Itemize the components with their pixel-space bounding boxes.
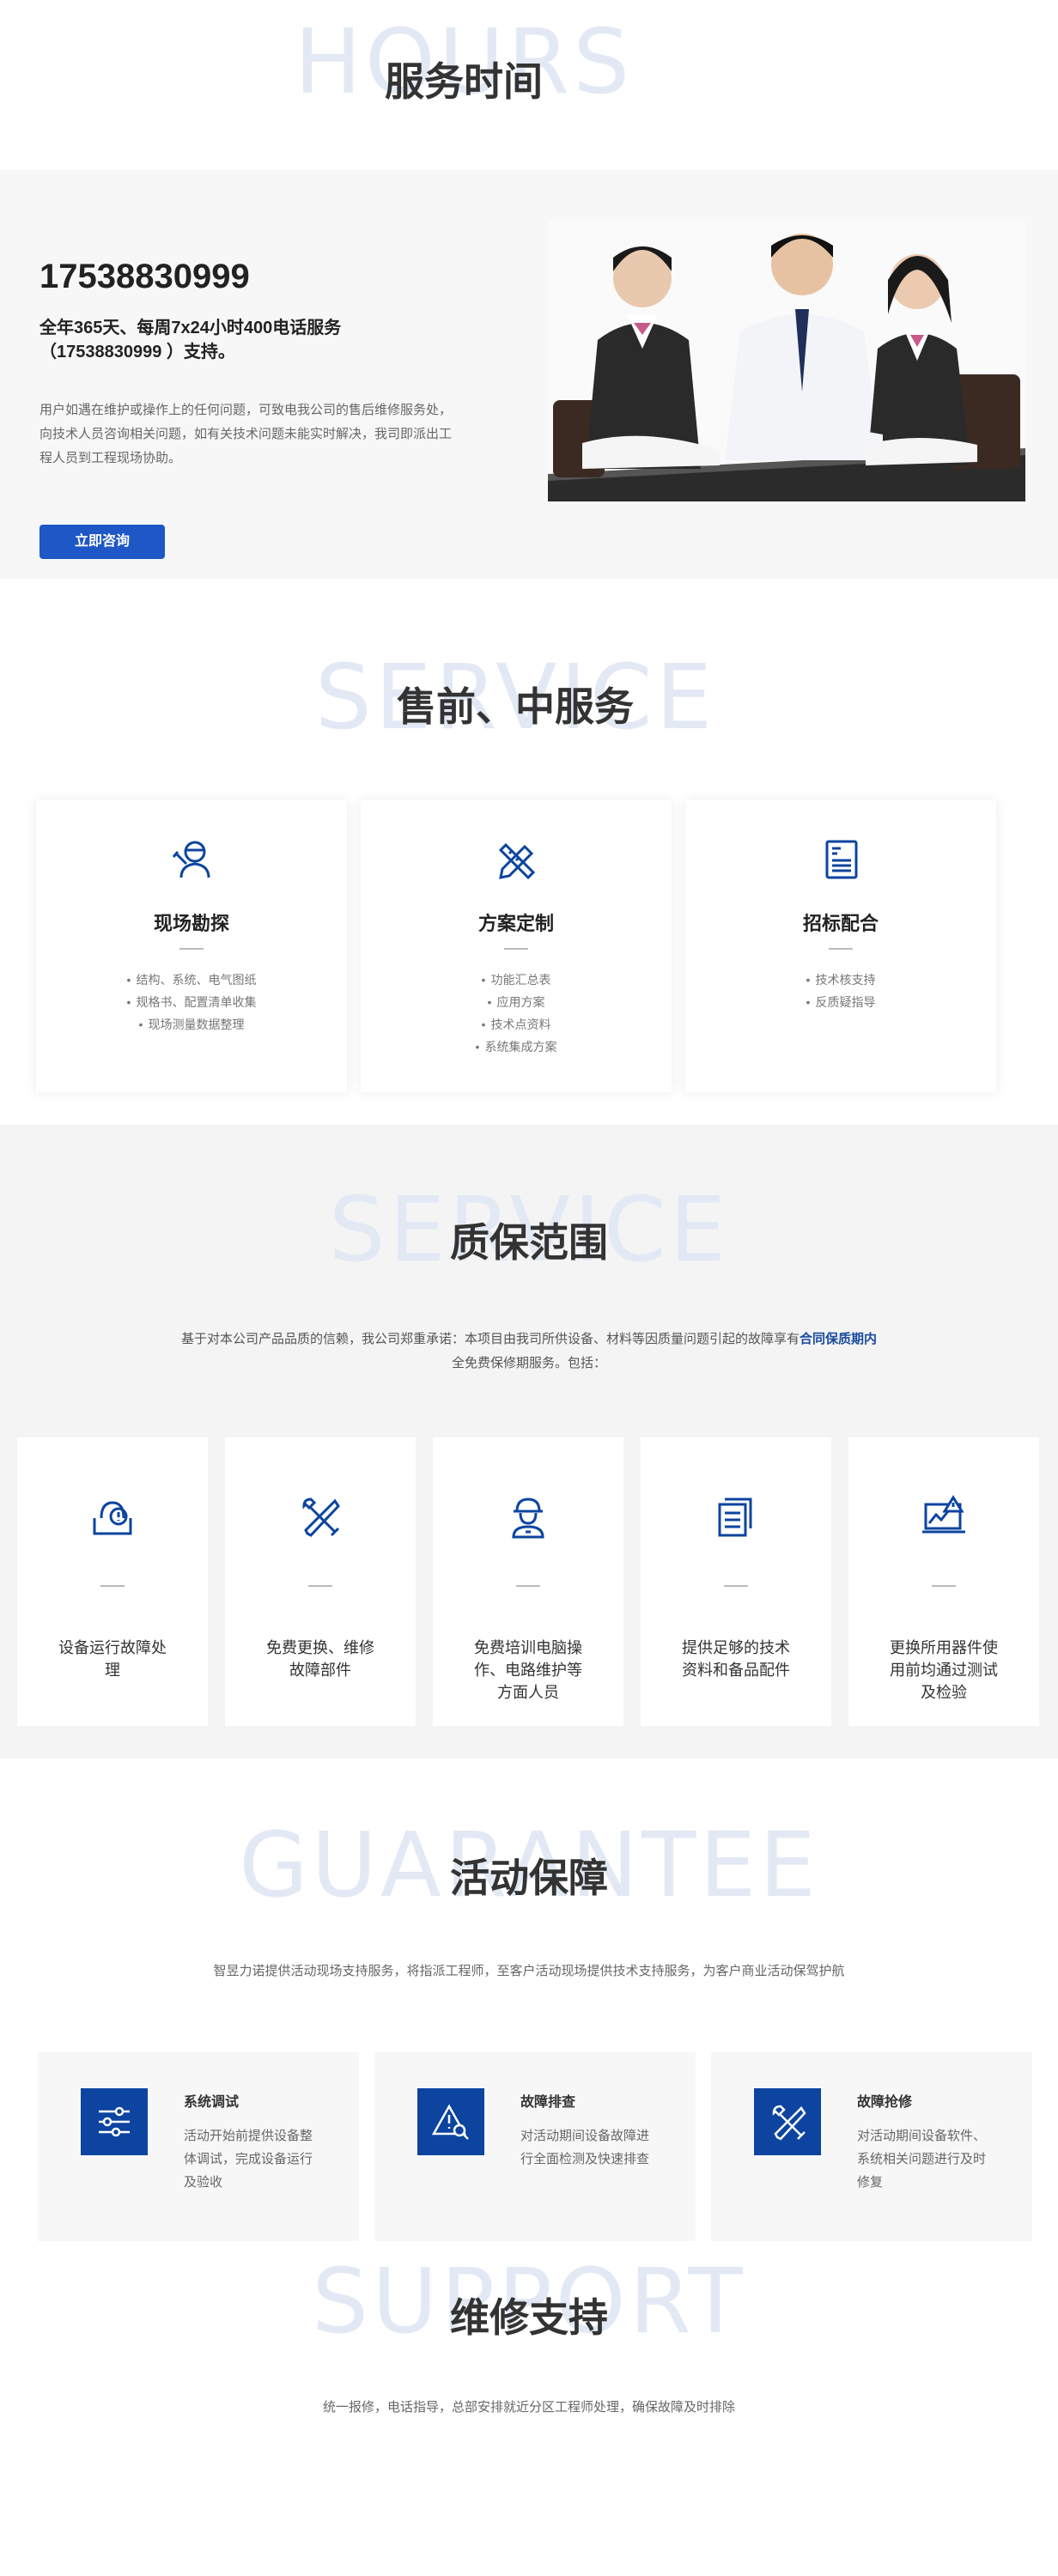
activity-card[interactable]: 故障排查 对活动期间设备故障进行全面检测及快速排查 <box>374 2052 696 2241</box>
activity-card-desc: 活动开始前提供设备整体调试，完成设备运行及验收 <box>184 2129 313 2190</box>
activity-card[interactable]: 系统调试 活动开始前提供设备整体调试，完成设备运行及验收 <box>38 2052 359 2241</box>
icon-tile <box>754 2088 821 2155</box>
divider <box>724 1585 748 1587</box>
divider <box>829 948 853 950</box>
warranty-card[interactable]: 免费培训电脑操作、电路维护等方面人员 <box>433 1437 623 1726</box>
warranty-card[interactable]: 更换所用器件使用前均通过测试及检验 <box>848 1437 1039 1726</box>
list-item: 结构、系统、电气图纸 <box>36 969 347 991</box>
worker-icon <box>512 1498 544 1539</box>
activity-intro: 智昱力诺提供活动现场支持服务，将指派工程师，至客户活动现场提供技术支持服务，为客… <box>213 1964 845 1978</box>
list-item: 规格书、配置清单收集 <box>36 991 347 1013</box>
presale-card-list: 技术核支持 反质疑指导 <box>685 969 996 1013</box>
list-item: 反质疑指导 <box>685 991 996 1013</box>
icon-tile <box>417 2088 484 2155</box>
alert-box-icon <box>93 1501 132 1535</box>
presale-card-site-survey[interactable]: 现场勘探 结构、系统、电气图纸 规格书、配置清单收集 现场测量数据整理 <box>36 800 347 1092</box>
presale-card-title: 招标配合 <box>802 913 879 934</box>
support-intro: 统一报修，电话指导，总部安排就近分区工程师处理，确保故障及时排除 <box>322 2400 735 2415</box>
warranty-card[interactable]: 免费更换、维修故障部件 <box>225 1437 416 1726</box>
consult-now-button[interactable]: 立即咨询 <box>40 525 165 559</box>
divider <box>516 1585 540 1587</box>
repair-tools-icon <box>772 2105 806 2141</box>
hotline-subline: 全年365天、每周7x24小时400电话服务（17538830999 ）支持。 <box>40 319 342 361</box>
divider <box>932 1585 956 1587</box>
hours-heading: HOURS 服务时间 <box>0 17 1058 137</box>
presale-card-list: 功能汇总表 应用方案 技术点资料 系统集成方案 <box>361 969 672 1058</box>
warranty-card[interactable]: 提供足够的技术资料和备品配件 <box>641 1437 831 1726</box>
presale-card-title: 现场勘探 <box>153 913 229 934</box>
warranty-card-title: 设备运行故障处理 <box>58 1639 167 1679</box>
icon-tile <box>81 2088 148 2155</box>
hotline-panel: 17538830999 全年365天、每周7x24小时400电话服务（17538… <box>0 170 1058 579</box>
hotline-phone: 17538830999 <box>40 258 250 295</box>
documents-icon <box>718 1498 752 1537</box>
presale-heading: SERVICE 售前、中服务 <box>0 653 1058 773</box>
presale-card-custom-plan[interactable]: 方案定制 功能汇总表 应用方案 技术点资料 系统集成方案 <box>361 800 672 1092</box>
presale-card-title: 方案定制 <box>477 913 554 934</box>
activity-card-desc: 对活动期间设备故障进行全面检测及快速排查 <box>520 2129 650 2166</box>
warranty-intro: 基于对本公司产品品质的信赖，我公司郑重承诺：本项目由我司所供设备、材料等因质量问… <box>146 1327 912 1376</box>
warranty-card-title: 更换所用器件使用前均通过测试及检验 <box>890 1639 998 1701</box>
list-item: 技术点资料 <box>361 1013 672 1036</box>
pencil-ruler-icon <box>498 842 536 880</box>
activity-card-title: 故障抢修 <box>857 2095 913 2110</box>
list-item: 技术核支持 <box>685 969 996 991</box>
activity-card-title: 系统调试 <box>184 2095 240 2110</box>
list-item: 应用方案 <box>361 991 672 1013</box>
divider <box>308 1585 332 1587</box>
hotline-description: 用户如遇在维护或操作上的任何问题，可致电我公司的售后维修服务处，向技术人员咨询相… <box>40 403 453 465</box>
warranty-card-title: 免费培训电脑操作、电路维护等方面人员 <box>474 1639 582 1701</box>
divider <box>179 948 204 950</box>
list-item: 系统集成方案 <box>361 1036 672 1058</box>
warranty-intro-text: 全免费保修期服务。包括： <box>451 1356 606 1370</box>
activity-card-title: 故障排查 <box>520 2095 576 2110</box>
activity-card[interactable]: 故障抢修 对活动期间设备软件、系统相关问题进行及时修复 <box>711 2052 1032 2241</box>
divider <box>100 1585 125 1587</box>
warranty-title: 质保范围 <box>450 1220 608 1265</box>
activity-card-desc: 对活动期间设备软件、系统相关问题进行及时修复 <box>857 2129 987 2190</box>
list-item: 功能汇总表 <box>361 969 672 991</box>
warranty-section: SERVICE 质保范围 基于对本公司产品品质的信赖，我公司郑重承诺：本项目由我… <box>0 1125 1058 1759</box>
presale-card-bidding[interactable]: 招标配合 技术核支持 反质疑指导 <box>685 800 996 1092</box>
customer-service-photo <box>548 220 1025 501</box>
divider <box>504 948 528 950</box>
document-icon <box>825 840 858 879</box>
activity-heading: GUARANTEE 活动保障 <box>0 1820 1058 1941</box>
presale-card-list: 结构、系统、电气图纸 规格书、配置清单收集 现场测量数据整理 <box>36 969 347 1036</box>
warranty-card-title: 提供足够的技术资料和备品配件 <box>682 1639 790 1679</box>
warranty-heading: SERVICE 质保范围 <box>0 1185 1058 1305</box>
sliders-icon <box>99 2106 130 2137</box>
warranty-card-title: 免费更换、维修故障部件 <box>266 1639 374 1679</box>
support-heading: SUPPORT 维修支持 <box>0 2257 1058 2377</box>
monitor-alert-icon <box>922 1495 965 1534</box>
support-title: 维修支持 <box>450 2295 608 2340</box>
warning-search-icon <box>432 2104 469 2140</box>
hours-title: 服务时间 <box>385 59 543 104</box>
warranty-card[interactable]: 设备运行故障处理 <box>17 1437 208 1726</box>
list-item: 现场测量数据整理 <box>36 1013 347 1036</box>
presale-title: 售前、中服务 <box>397 684 634 729</box>
tools-icon <box>302 1498 340 1537</box>
engineer-wrench-icon <box>172 841 210 878</box>
activity-title: 活动保障 <box>450 1856 608 1900</box>
warranty-highlight: 合同保质期内 <box>800 1332 878 1346</box>
warranty-intro-text: 基于对本公司产品品质的信赖，我公司郑重承诺：本项目由我司所供设备、材料等因质量问… <box>180 1332 800 1346</box>
